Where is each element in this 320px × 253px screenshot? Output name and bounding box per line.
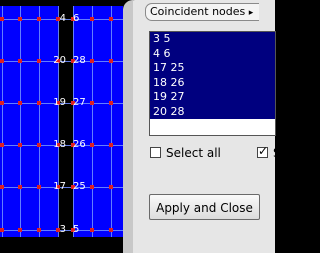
node-id-label: 20: [53, 55, 66, 66]
mesh-gridline: [2, 6, 3, 237]
mesh-node: [0, 17, 4, 21]
select-all-label: Select all: [166, 146, 221, 160]
node-id-label: 25: [73, 181, 86, 192]
mesh-region-right: [73, 6, 123, 237]
mesh-node: [0, 185, 4, 189]
mesh-node: [37, 185, 41, 189]
mesh-node: [109, 101, 113, 105]
select-all-row[interactable]: Select all: [150, 146, 221, 160]
mesh-node: [109, 143, 113, 147]
select-all-checkbox[interactable]: [150, 147, 161, 158]
mesh-node: [109, 228, 113, 232]
checkmark-icon: ✓: [258, 144, 269, 158]
mesh-node: [18, 17, 22, 21]
mesh-node: [0, 228, 4, 232]
mesh-node: [0, 101, 4, 105]
mesh-node: [90, 185, 94, 189]
mesh-node: [90, 143, 94, 147]
node-id-label: 27: [73, 97, 86, 108]
mesh-node: [0, 59, 4, 63]
node-id-label: 28: [73, 55, 86, 66]
mesh-node: [18, 143, 22, 147]
second-option-label: S: [273, 146, 281, 160]
node-id-label: 4: [59, 13, 66, 24]
mesh-node: [0, 143, 4, 147]
list-item[interactable]: 4 6: [150, 46, 275, 61]
coincident-nodes-panel: Coincident nodes ▸ 3 5 4 6 17 25 18 26 1…: [123, 0, 281, 253]
mesh-node: [90, 17, 94, 21]
mesh-node: [90, 59, 94, 63]
node-id-label: 18: [53, 139, 66, 150]
tab-label: Coincident nodes: [150, 5, 246, 18]
mesh-node: [109, 17, 113, 21]
mesh-gridline: [73, 6, 74, 237]
mesh-node: [37, 228, 41, 232]
apply-and-close-button[interactable]: Apply and Close: [149, 194, 260, 220]
coincident-node-list[interactable]: 3 5 4 6 17 25 18 26 19 27 20 28: [149, 31, 276, 136]
list-item[interactable]: 18 26: [150, 75, 275, 90]
list-item[interactable]: 3 5: [150, 32, 275, 47]
node-id-label: 3: [59, 224, 66, 235]
list-item[interactable]: 19 27: [150, 90, 275, 105]
mesh-gridline: [111, 6, 112, 237]
mesh-node: [37, 143, 41, 147]
mesh-node: [109, 185, 113, 189]
mesh-gridline: [20, 6, 21, 237]
node-id-label: 17: [53, 181, 66, 192]
mesh-node: [37, 59, 41, 63]
node-id-label: 26: [73, 139, 86, 150]
list-item[interactable]: 17 25: [150, 61, 275, 76]
mesh-gridline: [58, 6, 59, 237]
mesh-node: [18, 185, 22, 189]
mesh-region-left: [0, 6, 58, 237]
mesh-node: [18, 59, 22, 63]
mesh-node: [18, 101, 22, 105]
mesh-node: [90, 101, 94, 105]
mesh-node: [37, 17, 41, 21]
coincident-nodes-tab[interactable]: Coincident nodes ▸: [145, 3, 260, 21]
second-option-checkbox[interactable]: ✓: [257, 144, 269, 158]
mesh-viewport[interactable]: 4 6 20 28 19 27 18 26 17 25 3 5: [0, 0, 123, 253]
second-option-row[interactable]: ✓ S: [257, 144, 281, 160]
mesh-node: [18, 228, 22, 232]
mesh-gridline: [39, 6, 40, 237]
node-id-label: 6: [73, 13, 80, 24]
node-id-label: 5: [73, 224, 80, 235]
chevron-right-icon: ▸: [248, 8, 254, 18]
mesh-gridline: [92, 6, 93, 237]
mesh-node: [109, 59, 113, 63]
mesh-node: [90, 228, 94, 232]
mesh-node: [37, 101, 41, 105]
node-id-label: 19: [53, 97, 66, 108]
list-item[interactable]: 20 28: [150, 104, 275, 119]
